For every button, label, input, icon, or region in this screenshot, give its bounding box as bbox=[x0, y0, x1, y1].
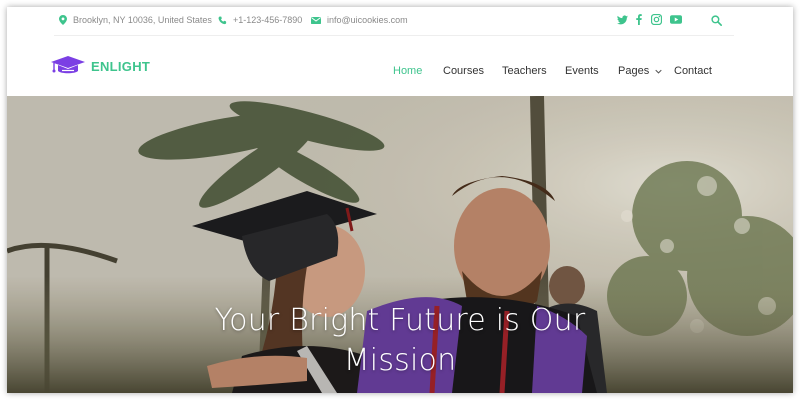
top-info-bar: Brooklyn, NY 10036, United States +1-123… bbox=[7, 7, 793, 36]
twitter-icon[interactable] bbox=[617, 14, 628, 25]
nav-pages-label: Pages bbox=[618, 65, 650, 77]
hero-title-line2: Mission bbox=[343, 343, 457, 378]
search-icon[interactable] bbox=[711, 15, 722, 26]
hero-title: Your Bright Future is Our Mission bbox=[7, 301, 793, 381]
social-links bbox=[617, 14, 682, 25]
brand-name: ENLIGHT bbox=[91, 58, 151, 74]
map-pin-icon bbox=[59, 15, 67, 25]
address-info: Brooklyn, NY 10036, United States bbox=[59, 15, 212, 25]
envelope-icon bbox=[311, 16, 321, 24]
youtube-icon[interactable] bbox=[670, 15, 682, 24]
phone-text: +1-123-456-7890 bbox=[233, 15, 303, 25]
main-navbar: ENLIGHT Home Courses Teachers Events Pag… bbox=[7, 36, 793, 96]
page-frame: Brooklyn, NY 10036, United States +1-123… bbox=[7, 7, 793, 393]
nav-contact[interactable]: Contact bbox=[674, 65, 712, 77]
nav-events[interactable]: Events bbox=[565, 65, 599, 77]
nav-courses[interactable]: Courses bbox=[443, 65, 484, 77]
phone-info[interactable]: +1-123-456-7890 bbox=[218, 15, 302, 25]
address-text: Brooklyn, NY 10036, United States bbox=[73, 15, 212, 25]
graduation-cap-icon bbox=[51, 56, 85, 74]
hero-banner: Your Bright Future is Our Mission bbox=[7, 96, 793, 393]
chevron-down-icon bbox=[655, 69, 662, 74]
nav-pages[interactable]: Pages bbox=[618, 65, 662, 77]
email-info[interactable]: info@uicookies.com bbox=[311, 15, 408, 25]
instagram-icon[interactable] bbox=[651, 14, 662, 25]
facebook-icon[interactable] bbox=[636, 14, 642, 25]
nav-home[interactable]: Home bbox=[393, 65, 422, 77]
email-text: info@uicookies.com bbox=[327, 15, 408, 25]
brand-logo[interactable]: ENLIGHT bbox=[51, 56, 150, 76]
phone-icon bbox=[218, 15, 227, 24]
nav-teachers[interactable]: Teachers bbox=[502, 65, 547, 77]
hero-title-line1: Your Bright Future is Our bbox=[214, 303, 586, 338]
